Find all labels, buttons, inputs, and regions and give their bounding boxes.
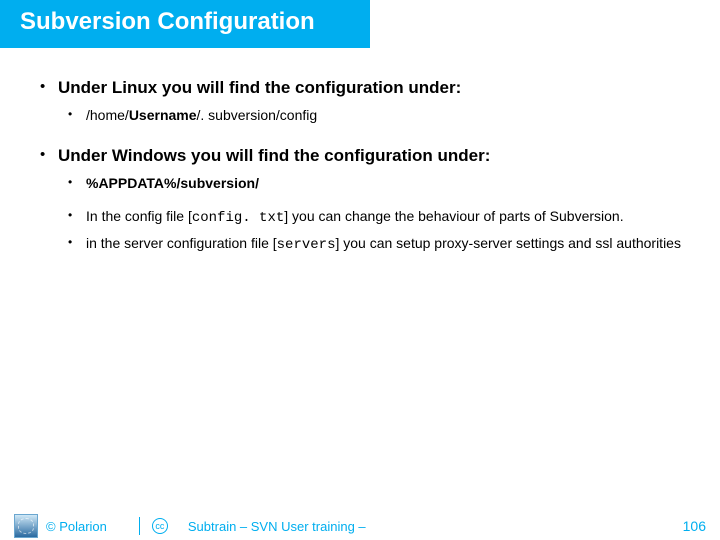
sub-bullet-config-file: In the config file [config. txt] you can…	[58, 207, 690, 228]
path-appdata: %APPDATA%/subversion/	[86, 175, 259, 191]
bullet-windows: Under Windows you will find the configur…	[30, 146, 690, 255]
path-segment: /home/	[86, 107, 129, 123]
text-segment: In the config file [	[86, 208, 192, 224]
footer-divider	[139, 517, 140, 535]
footer: © Polarion cc Subtrain – SVN User traini…	[0, 512, 720, 540]
sub-bullet-linux-path: /home/Username/. subversion/config	[58, 106, 690, 125]
bullet-heading: Under Linux you will find the configurat…	[58, 78, 690, 98]
footer-subtitle: Subtrain – SVN User training –	[188, 519, 683, 534]
polarion-logo	[14, 514, 38, 538]
slide-content: Under Linux you will find the configurat…	[0, 48, 720, 256]
code-servers: servers	[277, 237, 336, 253]
bullet-heading: Under Windows you will find the configur…	[58, 146, 690, 166]
path-username: Username	[129, 107, 197, 123]
code-config-txt: config. txt	[192, 210, 284, 226]
text-segment: ] you can change the behaviour of parts …	[284, 208, 623, 224]
sub-bullet-servers-file: in the server configuration file [server…	[58, 234, 690, 255]
cc-icon: cc	[152, 518, 168, 534]
text-segment: in the server configuration file [	[86, 235, 277, 251]
text-segment: ] you can setup proxy-server settings an…	[335, 235, 681, 251]
copyright-text: © Polarion	[46, 519, 107, 534]
slide-title: Subversion Configuration	[20, 8, 350, 36]
page-number: 106	[683, 518, 706, 534]
path-segment: /. subversion/config	[197, 107, 318, 123]
bullet-linux: Under Linux you will find the configurat…	[30, 78, 690, 125]
title-bar: Subversion Configuration	[0, 0, 370, 48]
sub-bullet-windows-path: %APPDATA%/subversion/	[58, 174, 690, 193]
